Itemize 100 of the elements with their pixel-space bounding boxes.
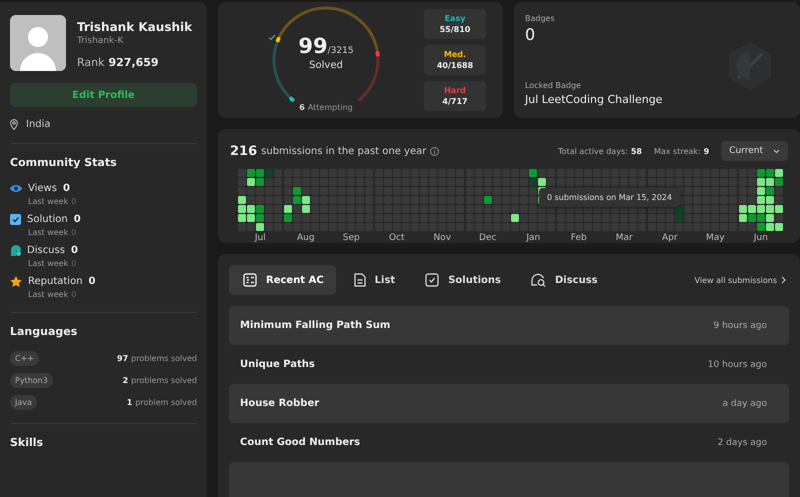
solved-label: problems solved [131, 376, 197, 385]
solved-count: 2 [122, 376, 128, 385]
difficulty-count: 55/810 [440, 25, 470, 34]
solved-count: 1 [126, 398, 132, 407]
location-text: India [26, 119, 51, 130]
stat-value: 0 [88, 276, 96, 287]
submission-text: submissions in the past one year [261, 146, 426, 156]
locked-badge-icon [728, 42, 772, 90]
month-label: Apr [662, 233, 678, 243]
month-label: Feb [570, 233, 587, 243]
language-tag: Python3 [10, 373, 53, 388]
stat-sub-label: Last week [28, 228, 68, 237]
month-label: Jul [254, 233, 266, 243]
submission-row[interactable]: Unique Paths 10 hours ago [229, 345, 789, 384]
edit-profile-button[interactable]: Edit Profile [10, 83, 197, 107]
submission-time: 10 hours ago [708, 360, 767, 370]
document-icon [354, 273, 366, 287]
difficulty-label: Med. [444, 50, 466, 59]
heatmap-month-grid [738, 169, 783, 231]
chevron-down-icon [773, 148, 780, 154]
submission-row[interactable]: House Robber a day ago [229, 384, 789, 423]
problem-title: House Robber [240, 398, 320, 409]
problem-title: Unique Paths [240, 359, 315, 370]
tab[interactable]: List [340, 265, 408, 295]
submission-row[interactable]: Count Good Numbers 2 days ago [229, 423, 789, 462]
month-label: Mar [616, 233, 633, 243]
heatmap-month-grid [466, 169, 510, 231]
stat-sub-label: Last week [28, 290, 68, 299]
badges-count: 0 [525, 25, 536, 44]
avatar-placeholder [10, 15, 66, 71]
active-days-value: 58 [630, 146, 642, 156]
solved-count: 99 [298, 34, 328, 58]
stat-label: Discuss [27, 245, 65, 256]
stat-sub-label: Last week [28, 259, 68, 268]
badges-label: Badges [525, 14, 556, 23]
user-name: Trishank Kaushik [77, 20, 192, 34]
submission-row[interactable]: Minimum Falling Path Sum 9 hours ago [229, 306, 789, 345]
stat-sub-value: 0 [71, 197, 76, 206]
stat-label: Views [28, 183, 57, 194]
stat-sub-label: Last week [28, 197, 68, 206]
month-label: Oct [388, 233, 405, 243]
problem-title: Minimum Falling Path Sum [240, 320, 390, 331]
heatmap-month-grid [284, 169, 328, 231]
language-tag: C++ [10, 351, 39, 366]
rank-label: Rank [77, 56, 104, 69]
difficulty-count: 40/1688 [436, 61, 474, 70]
month-label: Jan [526, 233, 540, 243]
solved-count: 97 [117, 354, 128, 363]
submission-time: 9 hours ago [714, 320, 767, 330]
stat-sub-value: 0 [71, 228, 76, 237]
difficulty-count: 4/717 [442, 97, 468, 106]
stat-sub-value: 0 [71, 259, 76, 268]
star-icon [10, 276, 22, 287]
submission-time: a day ago [722, 398, 767, 408]
language-tag: Java [10, 395, 37, 410]
stat-label: Solution [27, 214, 68, 225]
difficulty-label: Hard [444, 86, 466, 95]
tab[interactable]: Solutions [411, 265, 513, 295]
section-title: Languages [10, 325, 78, 338]
stat-sub-value: 0 [71, 290, 76, 299]
month-label: Nov [433, 233, 452, 243]
stat-value: 0 [70, 245, 78, 256]
checklist-icon [243, 273, 257, 287]
attempting-count: 6 [299, 103, 305, 112]
tab[interactable]: Discuss [516, 265, 610, 295]
locked-badge-name: Jul LeetCoding Challenge [525, 93, 664, 106]
total-count: /3215 [328, 46, 354, 56]
check-icon [268, 34, 276, 41]
submission-count: 216 [230, 144, 258, 158]
solved-label: problem solved [135, 398, 197, 407]
month-label: Sep [342, 233, 360, 243]
heatmap-month-grid [238, 169, 282, 231]
stat-value: 0 [62, 183, 70, 194]
solved-label: Solved [309, 60, 343, 71]
section-title: Community Stats [10, 156, 118, 169]
active-days-label: Total active days: [558, 146, 628, 156]
info-icon [430, 146, 440, 156]
submission-time: 2 days ago [718, 438, 767, 448]
month-label: Jun [754, 233, 768, 243]
locked-badge-label: Locked Badge [525, 81, 582, 90]
user-handle: Trishank-K [77, 36, 124, 46]
speech-bubble-icon [10, 245, 21, 256]
problem-title: Count Good Numbers [240, 437, 360, 448]
location-pin-icon [10, 119, 18, 130]
rank-value: 927,659 [108, 56, 159, 69]
attempting-label: Attempting [308, 103, 353, 112]
stat-value: 0 [74, 214, 81, 225]
month-label: Dec [479, 233, 496, 243]
checkbox-icon [10, 214, 21, 225]
checkbox-icon [425, 273, 440, 287]
solved-label: problems solved [131, 354, 197, 363]
max-streak-label: Max streak: [654, 146, 701, 156]
period-dropdown[interactable]: Current [721, 141, 788, 161]
chevron-right-icon [781, 276, 786, 284]
section-title: Skills [10, 436, 44, 449]
tab[interactable]: Recent AC [229, 265, 336, 295]
chat-search-icon [530, 273, 546, 287]
view-all-link[interactable]: View all submissions [694, 276, 786, 284]
month-label: May [706, 233, 725, 243]
tooltip: 0 submissions on Mar 15, 2024 [539, 188, 680, 207]
